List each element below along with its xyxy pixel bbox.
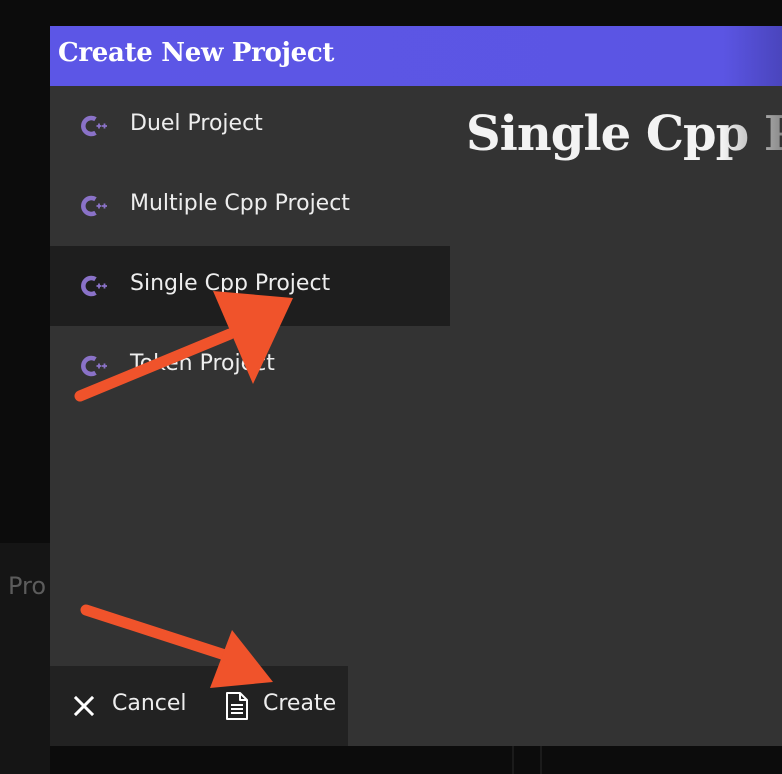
annotation-arrow-to-single-cpp bbox=[74, 291, 293, 402]
annotation-arrow-to-create bbox=[80, 604, 273, 688]
annotation-arrows bbox=[74, 291, 293, 688]
